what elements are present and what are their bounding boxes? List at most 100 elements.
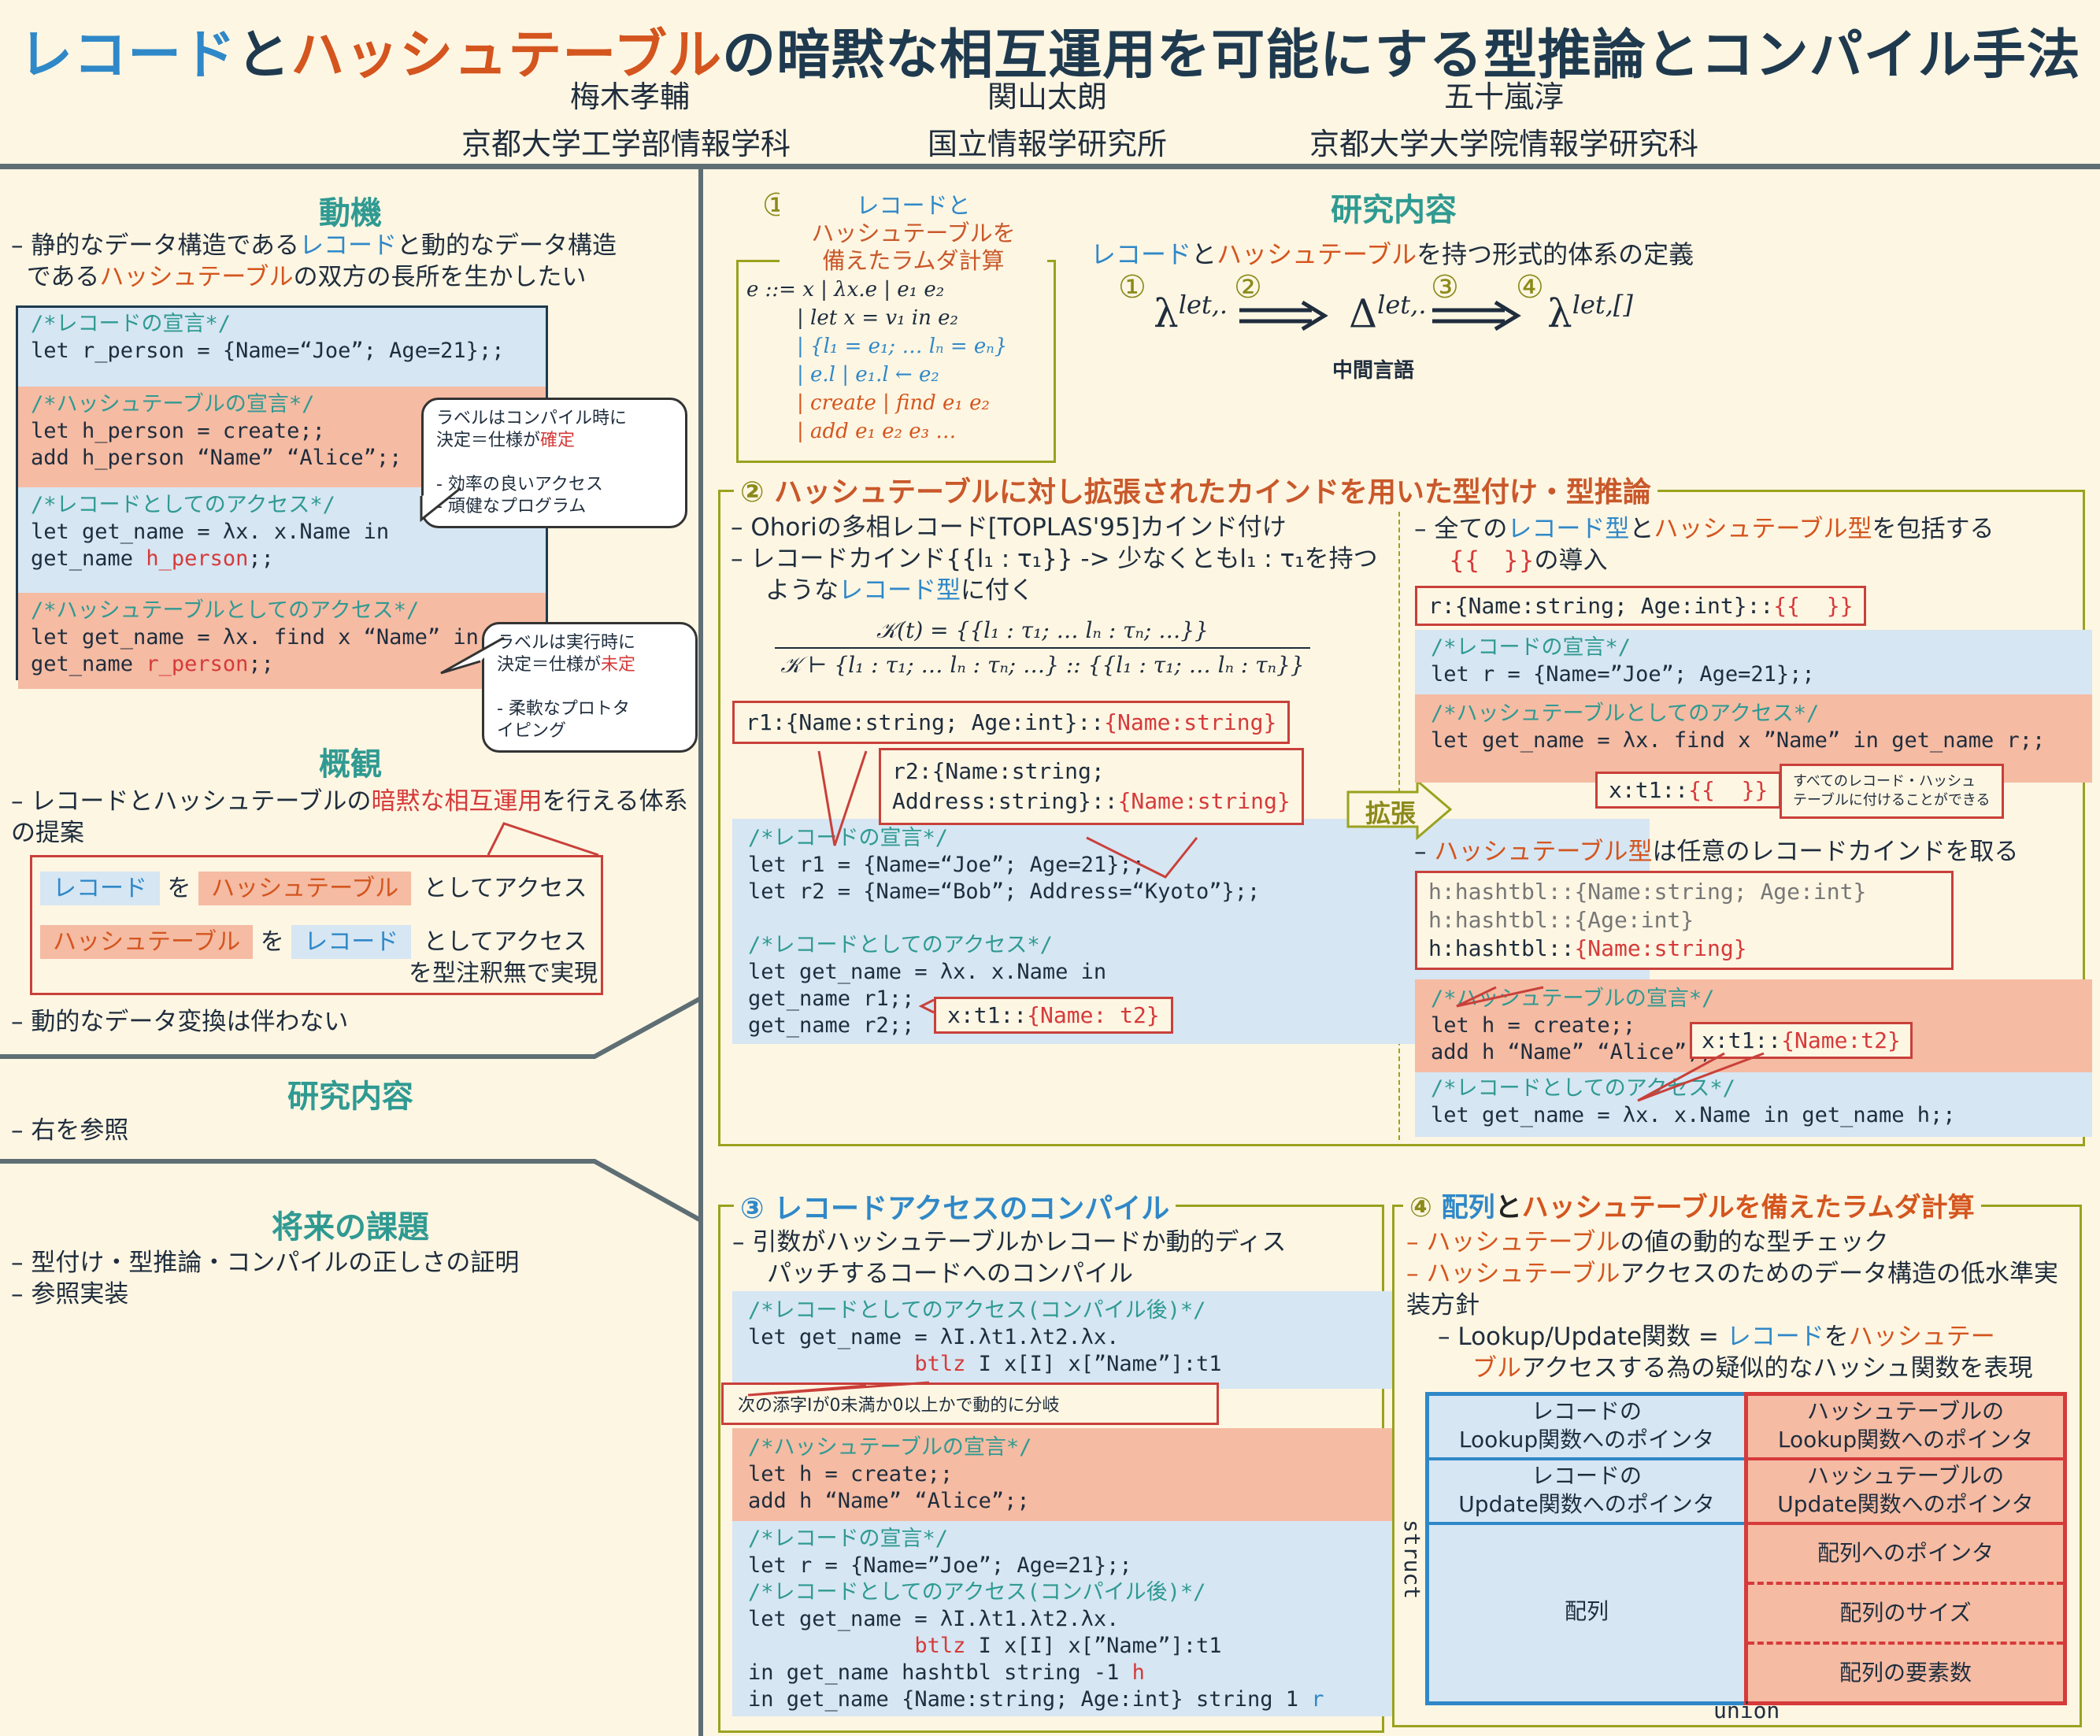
future-bullets: – 型付け・型推論・コンパイルの正しさの証明 – 参照実装: [11, 1249, 520, 1308]
p4-array: 配列: [1441, 1192, 1495, 1223]
p4sub-a: Lookup/Update関数 =: [1457, 1323, 1727, 1351]
p3-callout: 次の添字Iが0未満か0以上かで動的に分岐: [721, 1383, 1219, 1425]
p3c3-btlz: btlz: [914, 1634, 966, 1658]
p2r-record-type: レコード型: [1507, 515, 1630, 543]
type-r1-b: {Name:string}: [1104, 709, 1277, 735]
pipe-n1: ①: [1118, 269, 1146, 305]
p2-bullet-2c: に付く: [961, 576, 1034, 605]
p2-code-comment1: /*レコードの宣言*/: [748, 826, 949, 850]
type-x-t2-b: {Name:t2}: [1781, 1027, 1901, 1053]
ov-row1-hashtable: ハッシュテーブル: [198, 872, 412, 905]
research-left-bullet: – 右を参照: [11, 1116, 129, 1145]
code4-comment: /*ハッシュテーブルとしてのアクセス*/: [31, 598, 420, 623]
pipe-lambda1-sym: λ: [1154, 291, 1179, 337]
type-x-any: x:t1::{{ }}: [1595, 772, 1782, 809]
p3c2-l2: add h “Name” “Alice”;;: [748, 1489, 1030, 1513]
p4-ht: ハッシュテーブル: [1521, 1192, 1735, 1223]
rec-update-2: Update関数へのポインタ: [1458, 1491, 1715, 1517]
p2-bullet-2b: ような: [765, 576, 839, 605]
panel1-grammar: e ::= x | λx.e | e₁ e₂ | let x = v₁ in e…: [746, 276, 1007, 446]
code1-line: let r_person = {Name=“Joe”; Age=21};;: [31, 339, 505, 363]
overview-bullet2: – 動的なデータ変換は伴わない: [11, 1008, 349, 1036]
p3c1-comment: /*レコードとしてのアクセス(コンパイル後)*/: [748, 1298, 1206, 1323]
ht-lookup-2: Lookup関数へのポインタ: [1777, 1427, 2034, 1453]
callout1-line1: ラベルはコンパイル時に: [436, 409, 628, 428]
p2r-code2-comment: /*ハッシュテーブルとしてのアクセス*/: [1431, 701, 1820, 726]
pipe-delta: Δlet,.: [1349, 290, 1426, 337]
grammar-1: e ::= x | λx.e | e₁ e₂: [746, 278, 945, 302]
code3-line1: let get_name = λx. x.Name in: [31, 520, 390, 544]
ov-row1-access: としてアクセス: [423, 875, 587, 902]
ht1-b: {Name:string; Age:int}: [1574, 879, 1867, 905]
type-r2-b: {Name:string}: [1117, 788, 1291, 814]
type-x-t2-a: x:t1::: [1702, 1027, 1782, 1053]
callout1-line2: 決定＝仕様が: [436, 431, 541, 450]
p3-bullet-2: パッチするコードへのコンパイル: [767, 1260, 1133, 1288]
ht3-a: h:hashtbl::: [1428, 935, 1575, 961]
type-r2-a2: Address:string}::: [892, 788, 1118, 814]
panel2-right-bullet2: – ハッシュテーブル型は任意のレコードカインドを取る: [1414, 838, 2019, 866]
future-bullet-2: 参照実装: [31, 1280, 129, 1308]
p2-code-comment2: /*レコードとしてのアクセス*/: [748, 933, 1053, 957]
code4: /*ハッシュテーブルとしてのアクセス*/ let get_name = λx. …: [18, 593, 546, 689]
pipe-delta-sup: let,.: [1377, 290, 1427, 320]
mot-hashtable: ハッシュテーブル: [99, 263, 294, 291]
p3c3-l3: I x[I] x[”Name”]:t1: [965, 1634, 1222, 1658]
pipe-lambda1: λlet,.: [1154, 290, 1228, 337]
type-x-t2: x:t1::{Name:t2}: [1690, 1022, 1913, 1059]
p2-code-l4: get_name r1;;: [748, 986, 915, 1011]
p2-code-l3: let get_name = λx. x.Name in: [748, 960, 1107, 984]
panel2-title: ② ハッシュテーブルに対し拡張されたカインドを用いた型付け・型推論: [734, 469, 1657, 510]
ht-lookup-1: ハッシュテーブルの: [1806, 1398, 2005, 1424]
callout1-line5: - 頑健なプログラム: [436, 497, 587, 516]
p2-bullet-2: レコードカインド{{l₁ : τ₁}} -> 少なくともl₁ : τ₁を持つ: [750, 545, 1378, 573]
p2-code-l5: get_name r2;;: [748, 1013, 915, 1038]
p3c3-r: r: [1311, 1687, 1324, 1712]
struct-label: struct: [1399, 1519, 1425, 1600]
grammar-4: | e.l | e₁.l ← e₂: [797, 363, 939, 387]
panel2-num: ②: [740, 476, 775, 509]
p2r-code4-line: let get_name = λx. x.Name in get_name h;…: [1431, 1103, 1956, 1127]
p2r-code2-line: let get_name = λx. find x ”Name” in get_…: [1431, 728, 2046, 753]
type-r-any-a: r:{Name:string; Age:int}::: [1428, 593, 1774, 619]
overview-title: 概観: [319, 746, 382, 783]
ht-update-cell: ハッシュテーブルの Update関数へのポインタ: [1748, 1460, 2063, 1525]
note-any-kind: すべてのレコード・ハッシュ テーブルに付けることができる: [1780, 764, 2004, 819]
rec-update-1: レコードの: [1531, 1463, 1642, 1489]
panel4-title: ④ 配列とハッシュテーブルを備えたラムダ計算: [1403, 1186, 1981, 1224]
p2r-bullet2-rest: は任意のレコードカインドを取る: [1652, 838, 2019, 866]
kind-rule: 𝒦(t) = {{l₁ : τ₁; … lₙ : τₙ; …}} 𝒦 ⊢ {l₁…: [775, 617, 1310, 679]
panel2-right-bullet1: – 全てのレコード型とハッシュテーブル型を包括する {{ }}の導入: [1414, 515, 1994, 575]
ov-note: を型注釈無で実現: [409, 960, 598, 987]
callout2-line1: ラベルは実行時に: [497, 633, 636, 653]
pipe-caption: 中間言語: [1332, 359, 1415, 383]
grammar-5: | create | find e₁ e₂: [797, 391, 990, 415]
code4-line2a: get_name: [31, 652, 146, 676]
ov-text-a: レコードとハッシュテーブルの: [31, 787, 372, 816]
grammar-3: | {l₁ = e₁; … lₙ = eₙ}: [797, 335, 1008, 358]
extend-label: 拡張: [1365, 798, 1417, 828]
type-r-any: r:{Name:string; Age:int}::{{ }}: [1415, 586, 1867, 626]
rec-lookup-cell: レコードの Lookup関数へのポインタ: [1429, 1396, 1744, 1460]
pipe-arrow-2: [1432, 301, 1521, 331]
p4-rest: を備えたラムダ計算: [1734, 1192, 1975, 1223]
note-line2: テーブルに付けることができる: [1793, 792, 1991, 809]
p4sub-record: レコード: [1726, 1323, 1824, 1351]
union-box: ハッシュテーブルの Lookup関数へのポインタ ハッシュテーブルの Update関…: [1744, 1392, 2067, 1705]
research-left-title: 研究内容: [287, 1079, 413, 1115]
ht-array-count-cell: 配列の要素数: [1839, 1660, 1972, 1686]
code4-line1: let get_name = λx. find x “Name” in: [31, 625, 479, 650]
kind-rule-premise: 𝒦(t) = {{l₁ : τ₁; … lₙ : τₙ; …}}: [775, 617, 1310, 649]
ht2-a: h:hashtbl::: [1428, 907, 1575, 933]
mot-record: レコード: [299, 231, 398, 260]
mot-text-d: の双方の長所を生かしたい: [293, 263, 587, 291]
p2r-intro: の導入: [1534, 546, 1608, 575]
panel1-title-1: レコードと: [856, 192, 971, 219]
p4sub-ht1: ハッシュテー: [1848, 1323, 1995, 1351]
pipe-delta-sym: Δ: [1349, 291, 1378, 337]
ht-update-1: ハッシュテーブルの: [1806, 1463, 2005, 1489]
panel2-title-rest: に対し拡張されたカインドを用いた型付け・型推論: [998, 476, 1651, 509]
p4sub-wo: を: [1824, 1323, 1849, 1351]
code2-line1: let h_person = create;;: [31, 419, 325, 443]
p2r-code3-l1: let h = create;;: [1431, 1013, 1636, 1038]
